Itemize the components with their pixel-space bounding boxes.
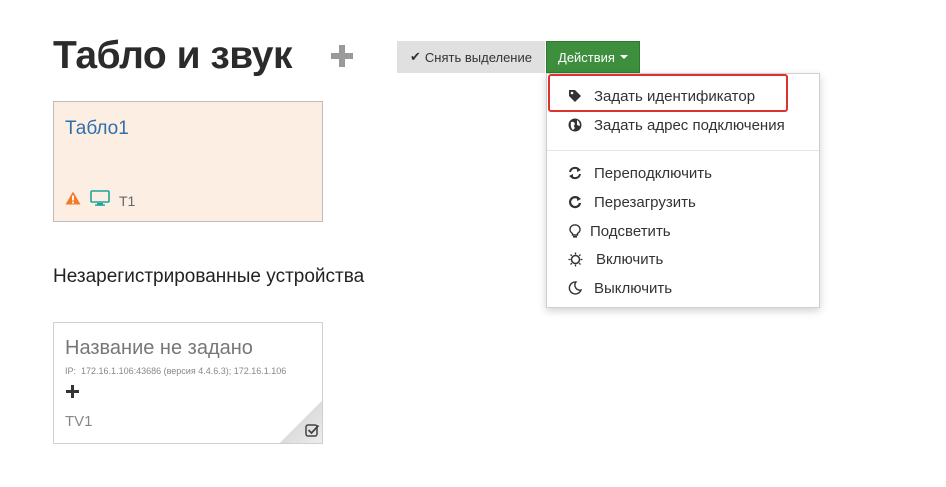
device-card[interactable]: Табло1 T1 xyxy=(53,101,323,222)
actions-dropdown-menu: Задать идентификатор Задать адрес подклю… xyxy=(546,73,820,308)
tag-icon xyxy=(567,88,583,104)
sun-icon xyxy=(567,251,583,267)
menu-item-label: Выключить xyxy=(594,279,673,297)
menu-item-label: Переподключить xyxy=(594,164,712,182)
unregistered-device-code: TV1 xyxy=(65,413,93,430)
menu-item-label: Задать идентификатор xyxy=(594,87,756,105)
menu-item-label: Включить xyxy=(596,250,664,268)
menu-item-label: Перезагрузить xyxy=(594,193,696,211)
register-plus-icon[interactable] xyxy=(66,385,79,398)
monitor-icon xyxy=(90,190,110,211)
menu-item-reboot[interactable]: Перезагрузить xyxy=(547,189,819,215)
select-checkbox-icon[interactable] xyxy=(305,423,320,437)
globe-icon xyxy=(567,117,583,133)
lightbulb-icon xyxy=(567,223,583,239)
actions-label: Действия xyxy=(558,49,615,65)
device-code: T1 xyxy=(119,192,136,209)
menu-item-set-address[interactable]: Задать адрес подключения xyxy=(547,112,819,138)
actions-button[interactable]: Действия xyxy=(546,41,640,73)
menu-item-set-identifier[interactable]: Задать идентификатор xyxy=(547,83,819,109)
menu-item-turn-off[interactable]: Выключить xyxy=(547,275,819,301)
device-ip-info: IP: 172.16.1.106:43686 (версия 4.4.6.3);… xyxy=(65,366,305,376)
deselect-label: Снять выделение xyxy=(424,49,532,65)
unregistered-devices-heading: Незарегистрированные устройства xyxy=(53,266,365,287)
unregistered-device-name: Название не задано xyxy=(65,337,253,359)
warning-icon xyxy=(65,191,81,210)
device-status: T1 xyxy=(65,190,135,211)
menu-item-highlight[interactable]: Подсветить xyxy=(547,218,819,244)
page-title: Табло и звук xyxy=(53,34,293,77)
ip-label: IP: xyxy=(65,366,77,376)
check-icon: ✔ xyxy=(410,49,421,64)
deselect-button[interactable]: ✔ Снять выделение xyxy=(397,41,545,73)
ip-text: 172.16.1.106:43686 (версия 4.4.6.3); 172… xyxy=(81,366,287,376)
menu-divider xyxy=(547,150,819,151)
menu-item-label: Подсветить xyxy=(590,222,671,240)
unregistered-device-card[interactable]: Название не задано IP: 172.16.1.106:4368… xyxy=(53,322,323,444)
refresh-icon xyxy=(567,165,583,181)
caret-down-icon xyxy=(619,55,628,59)
menu-item-turn-on[interactable]: Включить xyxy=(547,246,819,272)
menu-item-reconnect[interactable]: Переподключить xyxy=(547,160,819,186)
reload-icon xyxy=(567,194,583,210)
add-device-icon[interactable] xyxy=(331,45,353,67)
device-name-link[interactable]: Табло1 xyxy=(65,118,129,140)
menu-item-label: Задать адрес подключения xyxy=(594,116,785,134)
moon-icon xyxy=(567,280,583,296)
